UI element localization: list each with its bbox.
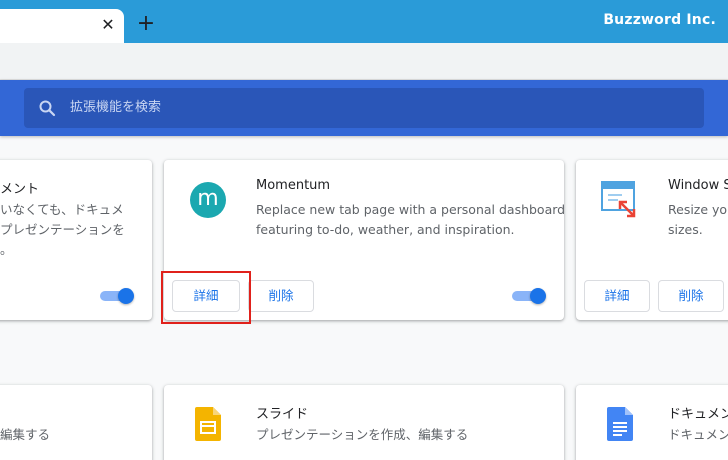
extension-name: スライド <box>256 407 309 422</box>
tab-strip: ✕ + Buzzword Inc. <box>0 0 728 43</box>
extension-desc-line-2: プレゼンテーションを <box>0 222 125 237</box>
extension-name: Momentum <box>256 178 331 193</box>
details-button[interactable]: 詳細 <box>584 280 650 312</box>
extension-desc-line-2: sizes. <box>668 222 703 237</box>
window-resizer-icon <box>601 181 636 218</box>
enable-toggle[interactable] <box>100 288 134 304</box>
search-icon <box>39 100 56 117</box>
extensions-header: 拡張機能を検索 <box>0 80 728 136</box>
tab-close-icon[interactable]: ✕ <box>101 15 115 35</box>
enable-toggle[interactable] <box>512 288 546 304</box>
extension-card-left-row2: 編集する <box>0 385 152 460</box>
extension-desc: ドキュメン <box>668 427 728 442</box>
active-tab[interactable]: ✕ <box>0 9 124 43</box>
extension-name: ドキュメン <box>668 407 728 422</box>
extension-name: メント <box>0 182 40 197</box>
brand-watermark: Buzzword Inc. <box>603 12 716 28</box>
new-tab-plus-icon[interactable]: + <box>136 13 156 35</box>
extension-desc-line-1: Resize you <box>668 202 728 217</box>
extension-desc: 編集する <box>0 427 51 442</box>
extension-desc-line-1: いなくても、ドキュメ <box>0 202 124 217</box>
remove-button[interactable]: 削除 <box>248 280 314 312</box>
highlight-annotation <box>161 271 251 324</box>
slides-icon <box>195 407 221 441</box>
extension-desc-line-3: 。 <box>0 242 13 257</box>
remove-button[interactable]: 削除 <box>658 280 724 312</box>
docs-icon <box>607 407 633 441</box>
extension-desc: プレゼンテーションを作成、編集する <box>256 427 469 442</box>
extension-desc-line-1: Replace new tab page with a personal das… <box>256 202 564 217</box>
extension-desc-line-2: featuring to-do, weather, and inspiratio… <box>256 222 515 237</box>
search-box[interactable]: 拡張機能を検索 <box>24 88 704 128</box>
search-input[interactable]: 拡張機能を検索 <box>70 99 161 117</box>
extension-card-left: メント いなくても、ドキュメ プレゼンテーションを 。 <box>0 160 152 320</box>
browser-toolbar <box>0 43 728 80</box>
extension-card-slides: スライド プレゼンテーションを作成、編集する <box>164 385 564 460</box>
momentum-logo-icon: m <box>190 182 226 218</box>
extension-card-window-resizer: Window Si Resize you sizes. 詳細 削除 <box>576 160 728 320</box>
extension-name: Window Si <box>668 178 728 193</box>
extension-card-docs: ドキュメン ドキュメン <box>576 385 728 460</box>
